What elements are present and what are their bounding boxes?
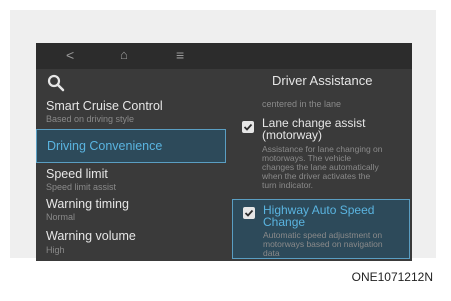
checkbox-icon[interactable] <box>243 207 255 219</box>
menu-icon[interactable]: ≡ <box>176 46 184 64</box>
menu-item-warning-timing[interactable]: Warning timing Normal <box>36 197 226 225</box>
option-title-line: Change <box>263 215 306 229</box>
option-highway-auto-speed-change[interactable]: Highway Auto Speed Change Automatic spee… <box>232 199 410 259</box>
menu-item-subtitle: High <box>46 245 65 255</box>
option-lane-change-assist[interactable]: Lane change assist (motorway) Assistance… <box>232 115 410 197</box>
search-icon[interactable] <box>46 73 66 93</box>
menu-item-title: Warning timing <box>46 197 129 211</box>
faded-description: centered in the lane <box>262 99 342 109</box>
menu-item-subtitle: Speed limit assist <box>46 182 117 192</box>
option-description-line: motorways based on navigation <box>263 239 383 249</box>
checkbox-icon[interactable] <box>242 121 254 133</box>
menu-item-smart-cruise-control[interactable]: Smart Cruise Control Based on driving st… <box>36 99 226 127</box>
top-nav-bar: < ⌂ ≡ <box>36 43 412 69</box>
option-description-line: data <box>263 248 280 258</box>
driver-assistance-panel: Driver Assistance centered in the lane L… <box>232 69 412 261</box>
option-title-line: (motorway) <box>262 128 323 142</box>
infotainment-screen: < ⌂ ≡ Smart Cruise Control Based on driv… <box>36 43 412 261</box>
menu-item-subtitle: Based on driving style <box>46 114 135 124</box>
menu-item-warning-volume[interactable]: Warning volume High <box>36 229 226 259</box>
back-icon[interactable]: < <box>66 46 74 64</box>
menu-item-title: Driving Convenience <box>47 139 163 153</box>
menu-item-title: Smart Cruise Control <box>46 99 163 113</box>
option-description-line: turn indicator. <box>262 180 314 190</box>
menu-item-title: Speed limit <box>46 167 108 181</box>
home-icon[interactable]: ⌂ <box>120 46 128 64</box>
figure-caption: ONE1071212N <box>351 270 433 284</box>
menu-item-speed-limit[interactable]: Speed limit Speed limit assist <box>36 167 226 195</box>
menu-item-driving-convenience[interactable]: Driving Convenience <box>36 129 226 163</box>
menu-item-subtitle: Normal <box>46 212 76 222</box>
panel-title: Driver Assistance <box>272 73 373 88</box>
settings-category-list: Smart Cruise Control Based on driving st… <box>36 69 226 261</box>
menu-item-title: Warning volume <box>46 229 136 243</box>
